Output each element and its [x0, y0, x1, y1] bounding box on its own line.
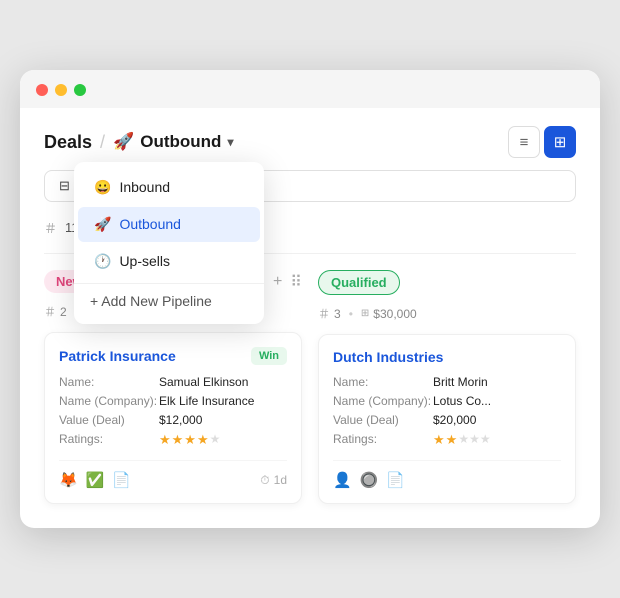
deal-card-patrick-insurance: Patrick Insurance Win Name: Samual Elkin… — [44, 332, 302, 504]
footer-icons-dutch: 👤 🔘 📄 — [333, 471, 405, 489]
add-pipeline-label: + Add New Pipeline — [90, 293, 212, 309]
drag-handle-icon[interactable]: ⠿ — [290, 272, 302, 292]
card-header-dutch: Dutch Industries — [333, 349, 561, 365]
company-name: Patrick Insurance — [59, 348, 176, 364]
stars-empty-dutch: ★★★ — [458, 432, 490, 448]
check-circle-icon: ✅ — [86, 471, 105, 489]
card-row-value-dutch: Value (Deal) $20,000 — [333, 413, 561, 427]
outbound-emoji: 🚀 — [94, 216, 111, 233]
grid-view-icon: ⊞ — [554, 133, 567, 151]
inbound-emoji: 😀 — [94, 179, 111, 196]
column-qualified-header: Qualified — [318, 270, 576, 295]
stars-filled-dutch: ★★ — [433, 432, 458, 448]
card-row-name-dutch: Name: Britt Morin — [333, 375, 561, 389]
dropdown-item-inbound[interactable]: 😀 Inbound — [78, 170, 260, 205]
inbound-label: Inbound — [119, 179, 170, 195]
company-value-dutch: Lotus Co... — [433, 394, 491, 408]
pipeline-selector-button[interactable]: 🚀 Outbound ▾ — [113, 132, 233, 152]
upsells-label: Up-sells — [119, 253, 170, 269]
card-row-company-dutch: Name (Company): Lotus Co... — [333, 394, 561, 408]
win-badge: Win — [251, 347, 287, 365]
header-left: Deals / 🚀 Outbound ▾ 😀 Inbound 🚀 Outboun… — [44, 132, 233, 153]
minimize-dot[interactable] — [55, 84, 67, 96]
name-label-dutch: Name: — [333, 375, 433, 389]
time-value: 1d — [274, 473, 287, 487]
page-title: Deals — [44, 132, 92, 153]
view-toggle: ≡ ⊞ — [508, 126, 576, 158]
deal-card-dutch-industries: Dutch Industries Name: Britt Morin Name … — [318, 334, 576, 504]
card-row-value: Value (Deal) $12,000 — [59, 413, 287, 427]
qualified-tag: Qualified — [318, 270, 400, 295]
list-view-button[interactable]: ≡ — [508, 126, 540, 158]
app-window: Deals / 🚀 Outbound ▾ 😀 Inbound 🚀 Outboun… — [20, 70, 600, 528]
hash-icon-col1: ＃ — [44, 303, 56, 320]
name-label: Name: — [59, 375, 159, 389]
card-row-ratings-dutch: Ratings: ★★★★★ — [333, 432, 561, 448]
card-row-company: Name (Company): Elk Life Insurance — [59, 394, 287, 408]
value-amount: $12,000 — [159, 413, 202, 427]
add-card-icon[interactable]: + — [273, 273, 282, 291]
name-value: Samual Elkinson — [159, 375, 248, 389]
col2-count: 3 — [334, 307, 341, 321]
card-row-ratings: Ratings: ★★★★★ — [59, 432, 287, 448]
avatar-icon: 🦊 — [59, 471, 78, 489]
column-qualified-meta: ＃ 3 • ⊞ $30,000 — [318, 305, 576, 322]
breadcrumb-divider: / — [100, 132, 105, 153]
stars-empty: ★ — [210, 432, 221, 448]
card-row-name: Name: Samual Elkinson — [59, 375, 287, 389]
hash-icon-col2: ＃ — [318, 305, 330, 322]
document-icon-dutch: 📄 — [386, 471, 405, 489]
card-footer-dutch: 👤 🔘 📄 — [333, 460, 561, 489]
dropdown-item-upsells[interactable]: 🕐 Up-sells — [78, 244, 260, 279]
pipeline-dropdown: 😀 Inbound 🚀 Outbound 🕐 Up-sells + Add Ne… — [74, 162, 264, 324]
outbound-label: Outbound — [119, 216, 181, 232]
footer-time: ⏱ 1d — [260, 473, 287, 488]
company-label-dutch: Name (Company): — [333, 394, 433, 408]
title-bar — [20, 70, 600, 108]
company-value: Elk Life Insurance — [159, 394, 254, 408]
ratings-label: Ratings: — [59, 432, 159, 448]
column-new-lead-actions: + ⠿ — [273, 272, 302, 292]
maximize-dot[interactable] — [74, 84, 86, 96]
add-pipeline-button[interactable]: + Add New Pipeline — [74, 283, 264, 318]
name-value-dutch: Britt Morin — [433, 375, 488, 389]
ratings-label-dutch: Ratings: — [333, 432, 433, 448]
clock-icon: ⏱ — [260, 473, 269, 488]
company-name-dutch: Dutch Industries — [333, 349, 443, 365]
chevron-down-icon: ▾ — [227, 135, 233, 149]
company-label: Name (Company): — [59, 394, 159, 408]
hash-icon: ＃ — [44, 218, 57, 237]
document-icon: 📄 — [112, 471, 131, 489]
col2-value: $30,000 — [373, 307, 416, 321]
value-label: Value (Deal) — [59, 413, 159, 427]
list-view-icon: ≡ — [520, 134, 529, 151]
avatar-icon-dutch: 👤 — [333, 471, 352, 489]
close-dot[interactable] — [36, 84, 48, 96]
column-qualified: Qualified ＃ 3 • ⊞ $30,000 Dutch Industri… — [318, 270, 576, 504]
pipeline-emoji: 🚀 — [113, 132, 134, 152]
grid-view-button[interactable]: ⊞ — [544, 126, 576, 158]
pipeline-label: Outbound — [140, 132, 221, 152]
filter-icon: ⊟ — [59, 178, 70, 194]
col2-grid-icon: ⊞ — [361, 308, 369, 319]
value-amount-dutch: $20,000 — [433, 413, 476, 427]
check-icon-dutch: 🔘 — [360, 471, 379, 489]
col1-count: 2 — [60, 305, 67, 319]
stars-filled: ★★★★ — [159, 432, 210, 448]
value-label-dutch: Value (Deal) — [333, 413, 433, 427]
card-footer: 🦊 ✅ 📄 ⏱ 1d — [59, 460, 287, 489]
card-header: Patrick Insurance Win — [59, 347, 287, 365]
upsells-emoji: 🕐 — [94, 253, 111, 270]
dropdown-item-outbound[interactable]: 🚀 Outbound — [78, 207, 260, 242]
footer-icons-left: 🦊 ✅ 📄 — [59, 471, 131, 489]
header-row: Deals / 🚀 Outbound ▾ 😀 Inbound 🚀 Outboun… — [44, 108, 576, 170]
